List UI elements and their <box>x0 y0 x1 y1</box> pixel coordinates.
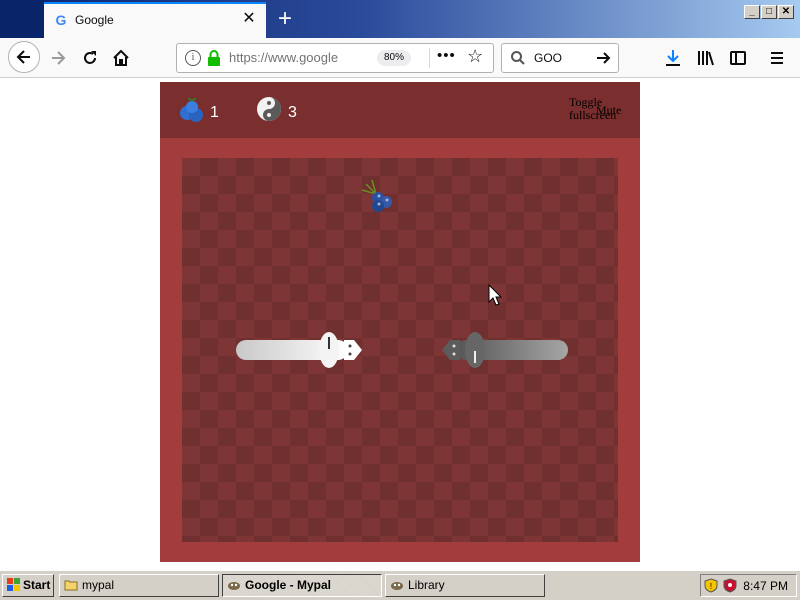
mypal-browser-icon <box>391 582 403 590</box>
security-shield-icon[interactable]: ! <box>704 578 718 593</box>
new-tab-button[interactable]: + <box>272 6 298 32</box>
system-tray: ! 8:47 PM <box>700 574 797 597</box>
yinyang-counter-icon <box>257 97 281 121</box>
go-arrow-icon[interactable] <box>596 50 612 66</box>
taskbar-button-label: Google - Mypal <box>245 578 332 592</box>
search-icon <box>511 51 525 65</box>
url-divider <box>429 48 430 68</box>
lock-icon[interactable] <box>207 50 221 66</box>
google-g-icon: G <box>55 12 67 28</box>
blueberry-food-icon <box>361 179 392 212</box>
star-icon[interactable]: ☆ <box>467 46 483 67</box>
mute-link[interactable]: Mute <box>596 103 621 118</box>
title-bar: G Google ✕ + _ □ ✕ <box>0 0 800 38</box>
back-button[interactable] <box>8 41 40 73</box>
taskbar-button-google-mypal[interactable]: Google - Mypal <box>222 574 382 597</box>
info-icon[interactable]: i <box>185 50 201 66</box>
home-icon <box>113 49 129 66</box>
search-bar[interactable]: GOO <box>501 43 619 73</box>
windows-logo-icon <box>7 578 20 591</box>
clock[interactable]: 8:47 PM <box>743 579 788 593</box>
folder-icon <box>64 580 78 591</box>
mouse-cursor-icon <box>488 284 502 306</box>
maximize-button[interactable]: □ <box>761 5 777 19</box>
taskbar-button-label: Library <box>408 578 445 592</box>
window-close-button[interactable]: ✕ <box>778 5 794 19</box>
sidebar-icon[interactable] <box>729 49 747 67</box>
taskbar-button-mypal-folder[interactable]: mypal <box>59 574 219 597</box>
hamburger-menu-icon[interactable] <box>768 49 786 67</box>
tab-title: Google <box>75 13 114 27</box>
reload-button[interactable] <box>76 44 104 72</box>
yinyang-count: 3 <box>288 104 297 121</box>
url-text[interactable]: https://www.google <box>229 50 351 65</box>
snake-game: 1 3 Toggle fullscreen Mute <box>160 82 640 562</box>
gray-snake <box>442 332 568 368</box>
download-icon[interactable] <box>664 49 682 67</box>
game-board[interactable] <box>182 158 618 542</box>
search-input[interactable]: GOO <box>534 51 562 65</box>
minimize-button[interactable]: _ <box>744 5 760 19</box>
start-label: Start <box>23 578 51 592</box>
navigation-toolbar: i https://www.google 80% ••• ☆ GOO <box>0 38 800 78</box>
reload-icon <box>84 51 96 64</box>
taskbar-button-label: mypal <box>82 578 115 592</box>
taskbar: Start mypal Google - Mypal Library ! 8:4… <box>0 570 800 600</box>
zoom-level-badge[interactable]: 80% <box>377 50 412 66</box>
more-actions-icon[interactable]: ••• <box>437 47 456 64</box>
taskbar-button-library[interactable]: Library <box>385 574 545 597</box>
forward-arrow-icon <box>52 51 66 65</box>
address-bar[interactable]: i https://www.google 80% ••• ☆ <box>176 43 494 73</box>
game-hud: 1 3 Toggle fullscreen Mute <box>160 82 640 138</box>
forward-button[interactable] <box>44 44 72 72</box>
close-tab-icon[interactable]: ✕ <box>240 10 258 28</box>
back-arrow-icon <box>16 50 30 64</box>
blueberry-count: 1 <box>210 104 219 121</box>
white-snake <box>236 332 362 368</box>
start-button[interactable]: Start <box>2 574 54 597</box>
window-system-icon[interactable] <box>0 0 44 38</box>
antivirus-shield-icon[interactable] <box>723 578 737 593</box>
mypal-browser-icon <box>228 582 240 590</box>
svg-text:!: ! <box>710 582 712 591</box>
tab-google[interactable]: G Google ✕ <box>44 2 266 38</box>
blueberry-counter-icon <box>180 98 203 122</box>
home-button[interactable] <box>107 44 135 72</box>
library-icon[interactable] <box>697 49 715 67</box>
